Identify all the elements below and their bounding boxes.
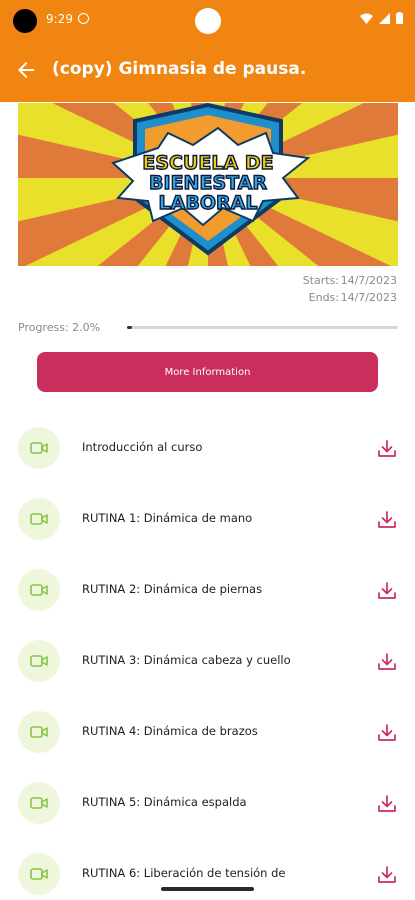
ends-value: 14/7/2023: [340, 291, 397, 304]
starts-label: Starts:: [302, 274, 339, 287]
video-icon-badge: [18, 427, 60, 469]
status-bar: 9:29: [0, 0, 415, 40]
lesson-title: RUTINA 5: Dinámica espalda: [82, 795, 247, 809]
ends-label: Ends:: [308, 291, 339, 304]
lesson-item[interactable]: RUTINA 1: Dinámica de mano: [0, 483, 415, 554]
video-icon-badge: [18, 782, 60, 824]
starts-value: 14/7/2023: [340, 274, 397, 287]
progress-fill: [127, 326, 133, 329]
page-title: (copy) Gimnasia de pausa.: [52, 59, 307, 79]
end-date-row: Ends: 14/7/2023: [295, 289, 397, 306]
download-icon[interactable]: [376, 864, 398, 886]
video-camera-icon: [30, 655, 48, 667]
video-icon-badge: [18, 853, 60, 895]
course-banner: ESCUELA DE BIENESTAR LABORAL: [18, 103, 398, 266]
video-camera-icon: [30, 797, 48, 809]
wifi-icon: [360, 13, 373, 24]
lesson-title: RUTINA 3: Dinámica cabeza y cuello: [82, 653, 291, 667]
lesson-item[interactable]: RUTINA 2: Dinámica de piernas: [0, 554, 415, 625]
video-icon-badge: [18, 640, 60, 682]
notification-icon: [78, 13, 89, 24]
banner-text-line2: BIENESTAR: [149, 172, 267, 194]
progress-label: Progress: 2.0%: [18, 321, 101, 334]
video-camera-icon: [30, 442, 48, 454]
lesson-title: RUTINA 4: Dinámica de brazos: [82, 724, 258, 738]
front-camera: [195, 8, 221, 34]
signal-icon: [379, 12, 390, 24]
back-arrow-icon[interactable]: [14, 58, 38, 82]
progress-bar: [127, 326, 398, 329]
video-icon-badge: [18, 498, 60, 540]
banner-image: ESCUELA DE BIENESTAR LABORAL: [18, 103, 398, 266]
more-information-button[interactable]: More Information: [37, 352, 378, 392]
lesson-item[interactable]: RUTINA 5: Dinámica espalda: [0, 767, 415, 838]
video-camera-icon: [30, 513, 48, 525]
camera-cutout: [13, 9, 37, 33]
download-icon[interactable]: [376, 722, 398, 744]
lesson-title: RUTINA 2: Dinámica de piernas: [82, 582, 263, 596]
video-camera-icon: [30, 584, 48, 596]
video-icon-badge: [18, 711, 60, 753]
system-icons: [360, 12, 403, 24]
home-indicator[interactable]: [161, 887, 254, 891]
download-icon[interactable]: [376, 509, 398, 531]
download-icon[interactable]: [376, 793, 398, 815]
lesson-item[interactable]: RUTINA 3: Dinámica cabeza y cuello: [0, 625, 415, 696]
app-bar: 9:29 (copy) Gimnasia de pausa.: [0, 0, 415, 102]
download-icon[interactable]: [376, 580, 398, 602]
lesson-item[interactable]: RUTINA 4: Dinámica de brazos: [0, 696, 415, 767]
status-time: 9:29: [46, 12, 73, 26]
start-date-row: Starts: 14/7/2023: [295, 272, 397, 289]
lesson-title: Introducción al curso: [82, 440, 203, 454]
video-camera-icon: [30, 868, 48, 880]
course-dates: Starts: 14/7/2023 Ends: 14/7/2023: [295, 272, 397, 306]
lesson-title: RUTINA 1: Dinámica de mano: [82, 511, 253, 525]
download-icon[interactable]: [376, 651, 398, 673]
battery-icon: [396, 12, 403, 24]
banner-text-line3: LABORAL: [159, 192, 258, 214]
download-icon[interactable]: [376, 438, 398, 460]
lesson-item[interactable]: Introducción al curso: [0, 412, 415, 483]
banner-text-line1: ESCUELA DE: [142, 152, 273, 174]
lesson-list: Introducción al curso RUTINA 1: Dinámica …: [0, 412, 415, 900]
video-icon-badge: [18, 569, 60, 611]
video-camera-icon: [30, 726, 48, 738]
